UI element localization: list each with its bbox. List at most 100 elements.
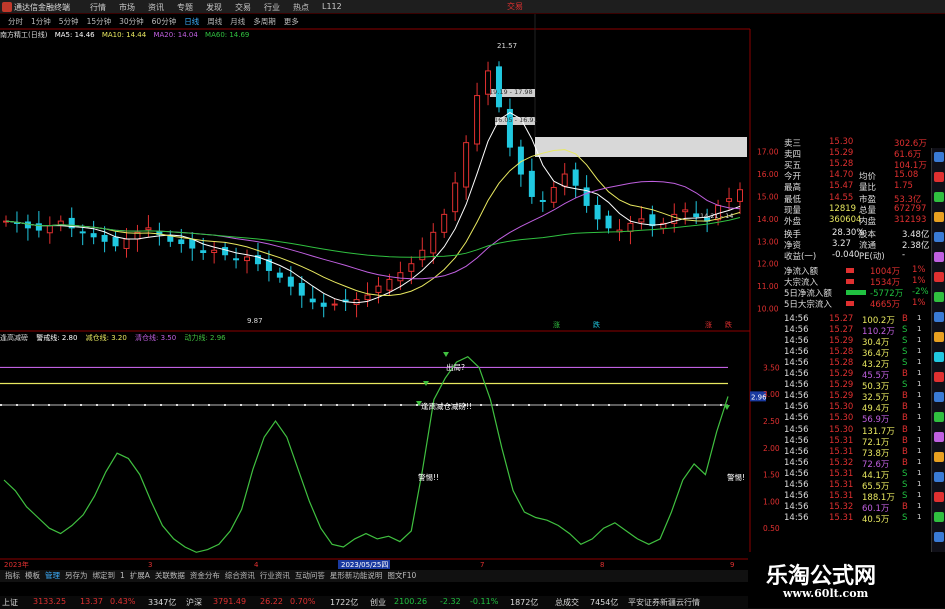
bottom-tab[interactable]: 模板 <box>25 571 40 580</box>
sz-amount: 1722亿 <box>330 598 359 607</box>
tick-price: 15.30 <box>829 413 854 424</box>
candle-body <box>90 233 97 238</box>
cy-label: 创业 <box>370 598 386 607</box>
candle-body <box>200 250 207 253</box>
side-tool-icon[interactable] <box>934 232 944 242</box>
side-tool-icon[interactable] <box>934 192 944 202</box>
quote-label: 收益(一) <box>784 252 817 262</box>
tick-count: 1 <box>917 357 922 366</box>
tick-count: 1 <box>917 468 922 477</box>
sh-pct: 0.43% <box>110 597 136 606</box>
bottom-tab[interactable]: 综合资讯 <box>225 571 255 580</box>
bottom-tab[interactable]: 关联数据 <box>155 571 185 580</box>
date-axis-label: 3 <box>148 561 152 569</box>
candle-body <box>298 282 305 296</box>
date-axis-label: 7 <box>480 561 484 569</box>
bottom-tab[interactable]: 资金分布 <box>190 571 220 580</box>
sz-change: 26.22 <box>260 597 283 606</box>
tick-row: 14:56 15.31 44.1万 S 1 <box>754 468 929 481</box>
side-tool-icon[interactable] <box>934 532 944 542</box>
tick-time: 14:56 <box>784 357 809 368</box>
tick-direction: S <box>902 357 908 368</box>
flow-label: 5日大宗流入 <box>784 300 832 311</box>
side-tool-icon[interactable] <box>934 252 944 262</box>
candle-body <box>452 182 459 213</box>
tick-count: 1 <box>917 413 922 422</box>
candle-body <box>189 238 196 249</box>
side-tool-icon[interactable] <box>934 332 944 342</box>
arrow-marker-icon <box>443 352 449 357</box>
tick-time: 14:56 <box>784 369 809 379</box>
bottom-tab[interactable]: 行业资讯 <box>260 571 290 580</box>
tick-time: 14:56 <box>784 446 809 457</box>
bottom-tab[interactable]: 绑定到 <box>93 571 116 580</box>
candle-body <box>112 236 119 247</box>
bottom-tab[interactable]: 扩展A <box>130 571 150 580</box>
bottom-tab[interactable]: 1 <box>120 571 125 580</box>
side-tool-icon[interactable] <box>934 392 944 402</box>
bottom-tab[interactable]: 星形新功能说明 <box>330 571 383 580</box>
candle-body <box>167 235 174 242</box>
low-price-label: 9.87 <box>247 317 263 325</box>
side-tool-icon[interactable] <box>934 492 944 502</box>
bottom-tab[interactable]: 互动问答 <box>295 571 325 580</box>
candle-body <box>561 173 568 187</box>
candle-body <box>79 231 86 234</box>
bottom-tab[interactable]: 另存为 <box>65 571 88 580</box>
candle-body <box>550 186 557 203</box>
quote-value: 3.27 <box>832 238 851 249</box>
tick-price: 15.29 <box>829 335 854 346</box>
sz-pct: 0.70% <box>290 597 316 606</box>
date-axis-label: 8 <box>600 561 604 569</box>
side-tool-icon[interactable] <box>934 472 944 482</box>
tick-direction: S <box>902 491 908 502</box>
side-tool-icon[interactable] <box>934 172 944 182</box>
side-tool-icon[interactable] <box>934 512 944 522</box>
tick-row: 14:56 15.31 188.1万 S 1 <box>754 491 929 503</box>
tick-direction: B <box>902 413 908 424</box>
quote-row: 最高 15.47 量比 1.75 <box>754 181 929 193</box>
tick-price: 15.27 <box>829 313 854 324</box>
side-tool-icon[interactable] <box>934 452 944 462</box>
side-tool-icon[interactable] <box>934 432 944 442</box>
flow-pct: -2% <box>912 287 929 298</box>
side-tool-icon[interactable] <box>934 372 944 382</box>
side-tool-icon[interactable] <box>934 152 944 162</box>
tick-price: 15.28 <box>829 346 854 357</box>
tick-count: 1 <box>917 402 922 411</box>
flow-pct: 1% <box>912 265 926 276</box>
quote-value: 14.55 <box>829 192 854 203</box>
candle-body <box>737 189 743 202</box>
bottom-tab[interactable]: 指标 <box>5 571 20 580</box>
tick-price: 15.32 <box>829 457 854 468</box>
bottom-tab[interactable]: 图文F10 <box>387 571 416 580</box>
side-tool-icon[interactable] <box>934 352 944 362</box>
tick-direction: B <box>902 446 908 457</box>
side-tool-icon[interactable] <box>934 292 944 302</box>
cy-change: -2.32 <box>440 597 461 606</box>
side-tool-icon[interactable] <box>934 272 944 282</box>
side-tool-icon[interactable] <box>934 412 944 422</box>
tick-time: 14:56 <box>784 313 809 324</box>
candle-body <box>594 204 601 220</box>
bottom-tab[interactable]: 管理 <box>45 571 60 580</box>
side-tool-icon[interactable] <box>934 212 944 222</box>
cy-amount: 1872亿 <box>510 598 539 607</box>
quote-value: 12819 <box>829 203 857 214</box>
quote-row: 买五 15.28 104.1万 <box>754 159 929 171</box>
quote-value2: 312193 <box>894 214 927 225</box>
zone-label: 14.21 - 14 <box>700 212 733 220</box>
quote-label: 外盘 <box>784 216 802 227</box>
flow-bar <box>846 268 854 274</box>
candle-body <box>24 221 31 229</box>
side-tool-icon[interactable] <box>934 312 944 322</box>
tick-time: 14:56 <box>784 502 809 513</box>
candle-body <box>649 214 656 227</box>
tick-row: 14:56 15.31 65.5万 S 1 <box>754 480 929 492</box>
tick-row: 14:56 15.31 72.1万 B 1 <box>754 436 929 448</box>
tick-row: 14:56 15.32 60.1万 B 1 <box>754 502 929 514</box>
sz-value: 3791.49 <box>213 597 247 606</box>
watermark: 乐淘公式网 www.60lt.com <box>748 552 945 608</box>
tick-time: 14:56 <box>784 457 809 468</box>
tick-row: 14:56 15.29 32.5万 B 1 <box>754 391 929 403</box>
